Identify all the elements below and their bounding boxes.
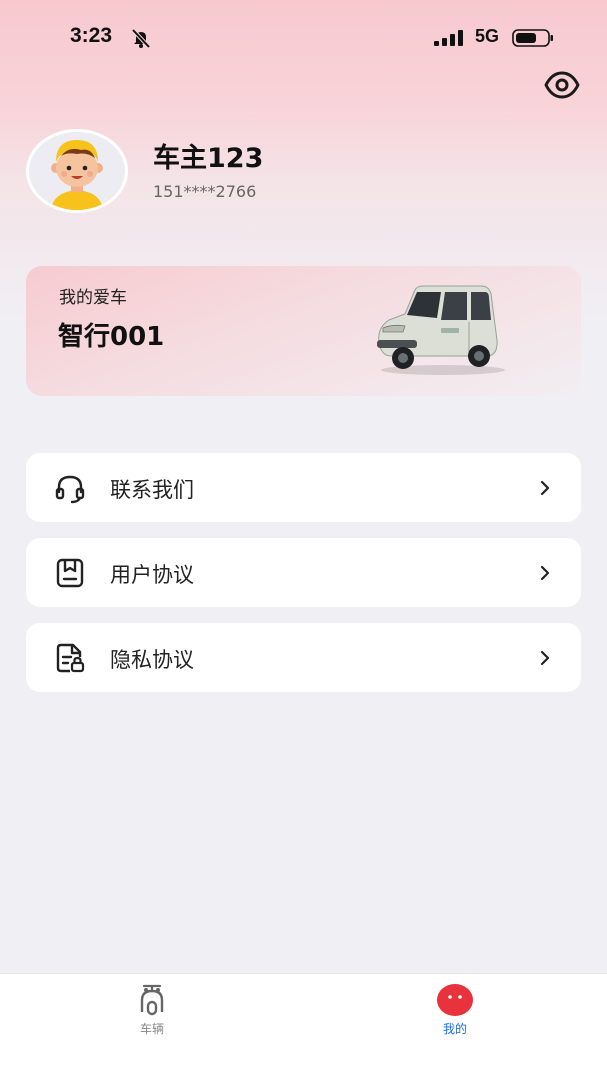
privacy-document-icon [56,643,85,673]
tab-mine[interactable]: 我的 [395,974,515,1044]
my-car-name: 智行001 [58,322,165,352]
car-image [377,285,505,375]
scooter-icon [140,984,164,1016]
my-car-label: 我的爱车 [59,288,127,308]
chevron-right-icon [540,480,550,496]
chevron-right-icon [540,650,550,666]
my-car-card[interactable]: 我的爱车 智行001 [26,266,581,396]
network-type: 5G [475,26,500,46]
avatar[interactable] [26,129,128,213]
battery-icon [512,29,553,47]
headset-icon [55,475,85,504]
menu-item-privacy-policy[interactable]: 隐私协议 [26,623,581,692]
menu-item-label: 隐私协议 [110,648,194,672]
profile-face-icon [437,984,473,1016]
bell-off-icon [131,28,151,48]
chevron-right-icon [540,565,550,581]
tab-vehicle[interactable]: 车辆 [92,974,212,1044]
menu-item-label: 用户协议 [110,563,194,587]
tab-label: 车辆 [139,1022,164,1036]
bottom-tab-bar: 车辆 我的 [0,973,607,1080]
signal-icon [434,30,463,46]
menu-item-contact-us[interactable]: 联系我们 [26,453,581,522]
status-bar: 3:23 5G [0,0,607,76]
eye-icon[interactable] [543,68,581,102]
menu-item-label: 联系我们 [110,478,194,502]
document-icon [56,558,84,588]
profile-phone: 151****2766 [153,182,257,201]
profile-name: 车主123 [153,143,264,174]
tab-label: 我的 [442,1022,467,1036]
avatar-illustration [51,140,103,210]
status-time: 3:23 [70,24,113,47]
menu-item-user-agreement[interactable]: 用户协议 [26,538,581,607]
